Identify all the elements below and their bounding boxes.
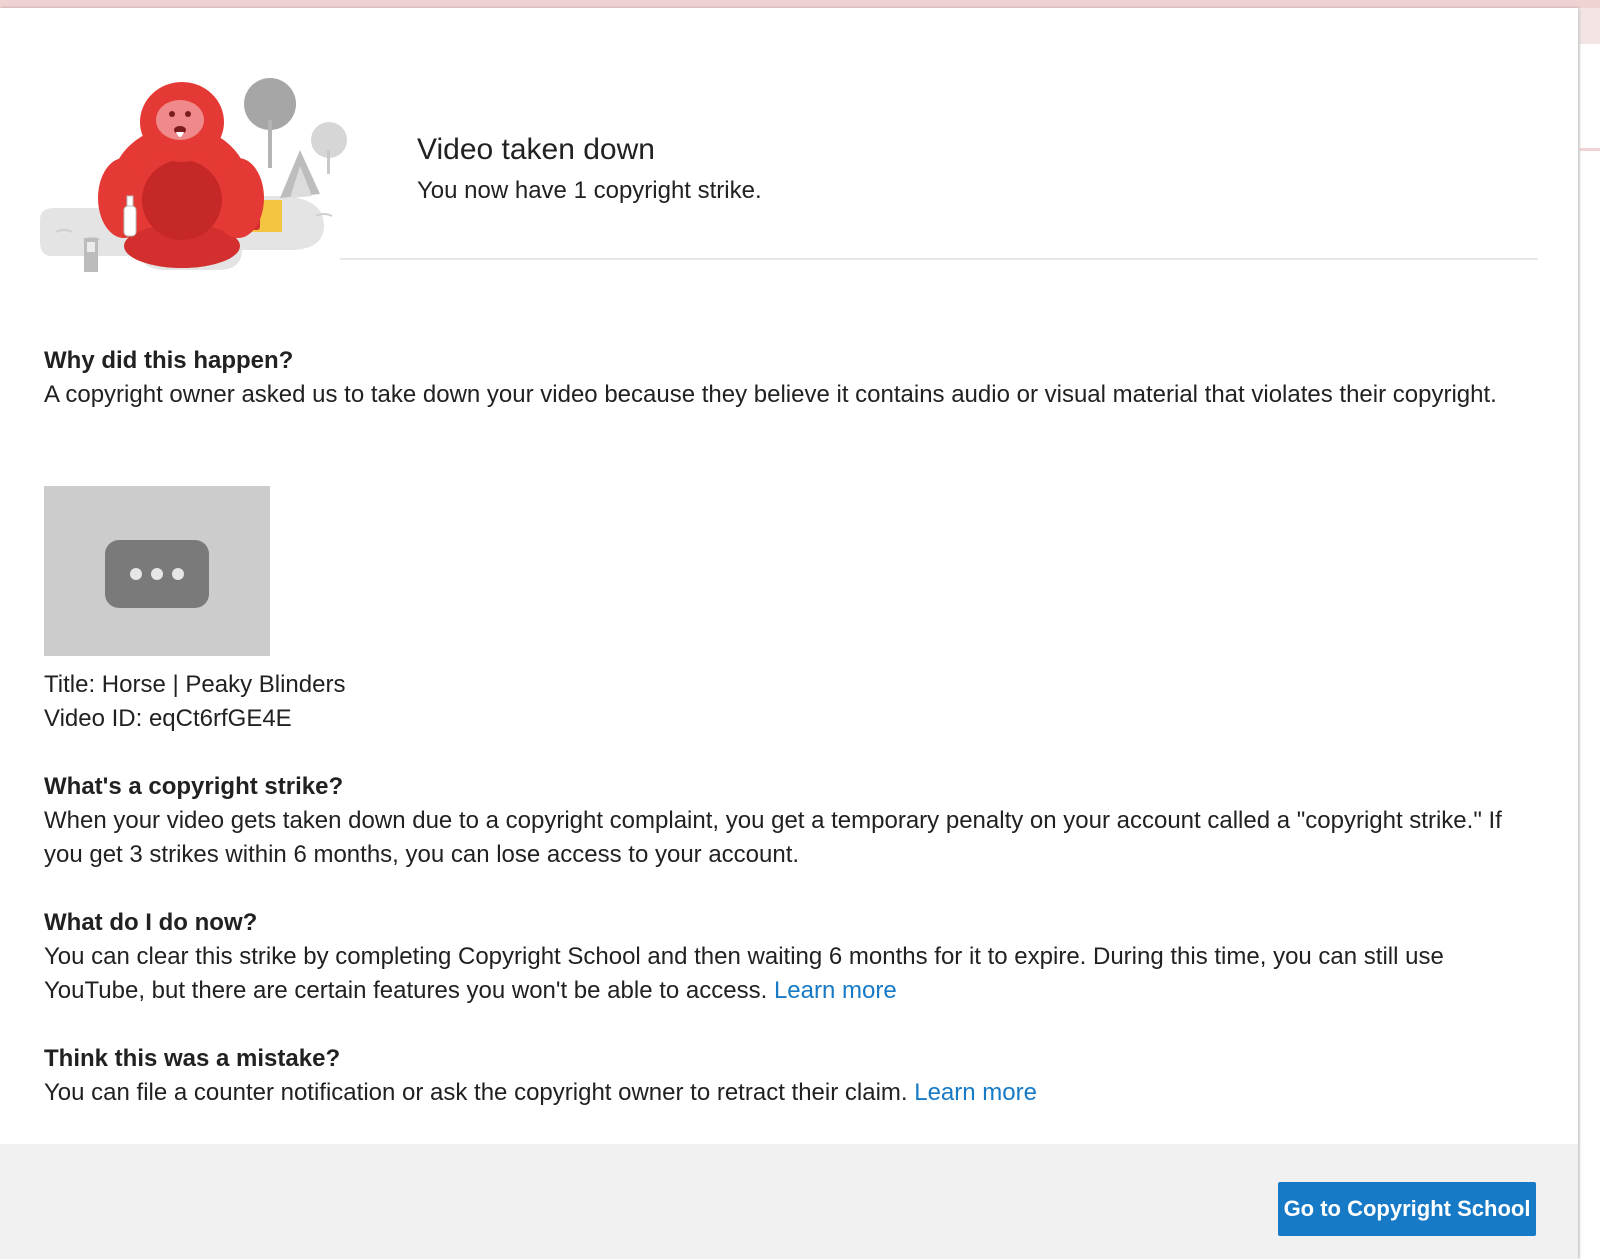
video-meta: Title: Horse | Peaky Blinders Video ID: …	[44, 668, 345, 736]
dialog-header-text: Video taken down You now have 1 copyrigh…	[417, 132, 762, 206]
section-body-now-wrap: You can clear this strike by completing …	[44, 940, 1544, 1008]
dialog-title: Video taken down	[417, 133, 655, 166]
video-id: Video ID: eqCt6rfGE4E	[44, 705, 292, 732]
video-thumbnail	[44, 486, 270, 656]
section-heading-now: What do I do now?	[44, 909, 258, 936]
monkey-eye-right	[185, 111, 191, 117]
section-heading-mistake: Think this was a mistake?	[44, 1045, 341, 1072]
section-body-why: A copyright owner asked us to take down …	[44, 381, 1497, 408]
background-page-tab	[1580, 8, 1600, 44]
section-mistake: Think this was a mistake? You can file a…	[44, 1042, 1544, 1110]
learn-more-link[interactable]: Learn more	[914, 1079, 1037, 1106]
tree-trunk-small	[327, 150, 330, 174]
dialog-subtitle: You now have 1 copyright strike.	[417, 177, 762, 204]
tree-trunk-large	[268, 120, 272, 168]
section-body-mistake-wrap: You can file a counter notification or a…	[44, 1076, 1544, 1110]
dialog-footer: Go to Copyright School	[0, 1144, 1578, 1259]
dialog-body-lower: What's a copyright strike? When your vid…	[44, 770, 1544, 1110]
small-device-screen	[87, 242, 95, 252]
bottle	[123, 205, 137, 237]
header-divider	[340, 258, 1538, 260]
section-why: Why did this happen? A copyright owner a…	[44, 344, 1544, 412]
monkey-belly	[142, 160, 222, 240]
ellipsis-dot	[130, 568, 142, 580]
video-title: Title: Horse | Peaky Blinders	[44, 671, 346, 698]
background-page-edge	[1580, 8, 1600, 1259]
section-body-strike: When your video gets taken down due to a…	[44, 807, 1502, 868]
ellipsis-placeholder-icon	[105, 540, 209, 608]
learn-more-link[interactable]: Learn more	[774, 977, 897, 1004]
section-heading-strike: What's a copyright strike?	[44, 773, 344, 800]
section-body-now: You can clear this strike by completing …	[44, 943, 1444, 1004]
section-now: What do I do now? You can clear this str…	[44, 906, 1544, 1008]
sad-monkey-illustration	[40, 78, 347, 272]
monkey-eye-left	[169, 111, 175, 117]
go-to-copyright-school-button[interactable]: Go to Copyright School	[1278, 1182, 1536, 1236]
video-taken-down-dialog: Video taken down You now have 1 copyrigh…	[0, 8, 1578, 1259]
dialog-body: Why did this happen? A copyright owner a…	[44, 344, 1544, 412]
dialog-header: Video taken down You now have 1 copyrigh…	[0, 8, 1578, 298]
bottle-neck	[126, 195, 134, 207]
section-heading-why: Why did this happen?	[44, 347, 294, 374]
background-page-top-bar	[0, 0, 1600, 8]
section-body-mistake: You can file a counter notification or a…	[44, 1079, 915, 1106]
ellipsis-dot	[172, 568, 184, 580]
section-strike: What's a copyright strike? When your vid…	[44, 770, 1544, 872]
background-page-line	[1580, 148, 1600, 151]
ellipsis-dot	[151, 568, 163, 580]
